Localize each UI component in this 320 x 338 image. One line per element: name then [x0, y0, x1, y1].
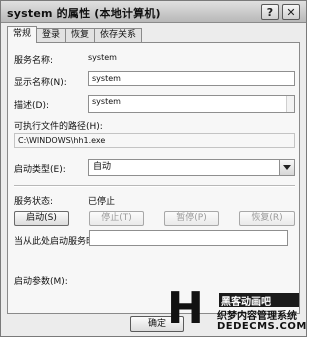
tab-strip: 常规 登录 恢复 依存关系: [7, 26, 143, 43]
startup-type-value: 自动: [93, 162, 112, 172]
startup-type-select[interactable]: 自动: [88, 159, 295, 176]
exe-path-field: C:\WINDOWS\hh1.exe: [14, 133, 295, 148]
help-button[interactable]: ?: [261, 4, 279, 20]
display-name-label: 显示名称(N):: [14, 78, 67, 88]
resume-button[interactable]: 恢复(R): [239, 211, 295, 226]
tab-recovery[interactable]: 恢复: [65, 28, 96, 43]
description-field[interactable]: system: [88, 95, 295, 113]
start-params-label: 启动参数(M):: [14, 277, 68, 287]
title-bar[interactable]: system 的属性 (本地计算机) ? ✕: [1, 1, 306, 23]
startup-type-dropdown-button[interactable]: [279, 160, 294, 175]
description-label: 描述(D):: [14, 101, 49, 111]
tab-dependencies[interactable]: 依存关系: [94, 28, 143, 43]
pause-button[interactable]: 暂停(P): [164, 211, 219, 226]
description-scrollbar[interactable]: [286, 96, 294, 112]
startup-type-label: 启动类型(E):: [14, 165, 66, 175]
section-divider: [14, 185, 295, 187]
help-icon: ?: [266, 5, 274, 19]
watermark-logo-mark: H: [167, 283, 204, 334]
watermark-line-3: DEDECMS.COM: [217, 321, 307, 332]
chevron-down-icon: [283, 165, 291, 170]
stop-button[interactable]: 停止(T): [89, 211, 144, 226]
exe-path-value: C:\WINDOWS\hh1.exe: [18, 136, 106, 145]
service-name-value: system: [88, 53, 117, 62]
service-status-value: 已停止: [88, 197, 116, 207]
general-panel: 服务名称: system 显示名称(N): system 描述(D): syst…: [7, 42, 300, 314]
window-title: system 的属性 (本地计算机): [7, 7, 161, 20]
start-params-input[interactable]: [89, 230, 288, 246]
close-icon: ✕: [286, 5, 296, 19]
service-status-label: 服务状态:: [14, 197, 54, 207]
service-name-label: 服务名称:: [14, 56, 54, 66]
exe-path-label: 可执行文件的路径(H):: [14, 122, 103, 132]
properties-dialog: system 的属性 (本地计算机) ? ✕ 常规 登录 恢复 依存关系 服务名…: [0, 0, 307, 337]
description-value: system: [92, 97, 121, 106]
watermark-line-2: 织梦内容管理系统: [217, 311, 297, 322]
tab-logon[interactable]: 登录: [36, 28, 67, 43]
watermark-logo: H 黑客动画吧 织梦内容管理系统 DEDECMS.COM: [159, 283, 308, 338]
tab-general[interactable]: 常规: [7, 26, 38, 43]
watermark-line-1: 黑客动画吧: [221, 297, 271, 308]
display-name-field[interactable]: system: [88, 71, 295, 86]
display-name-value: system: [92, 74, 121, 83]
start-button[interactable]: 启动(S): [14, 211, 69, 226]
close-button[interactable]: ✕: [282, 4, 300, 20]
